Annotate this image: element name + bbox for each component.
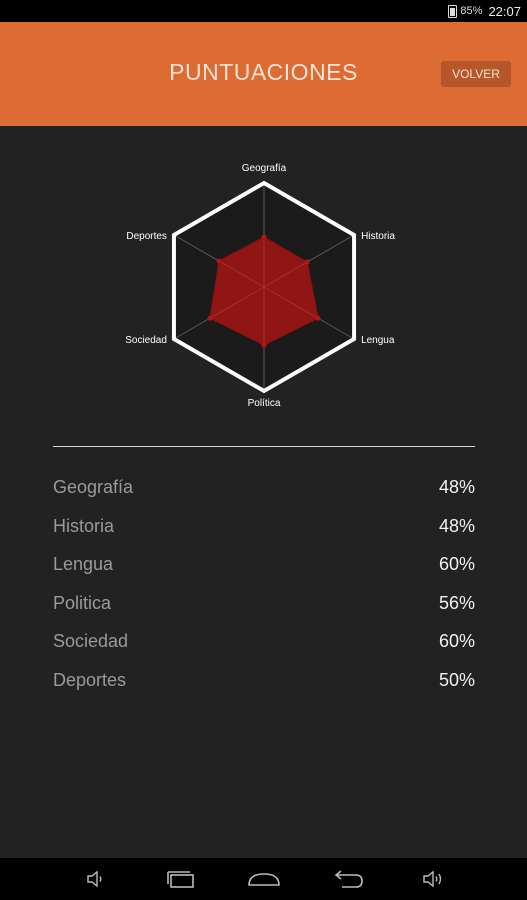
score-value: 50%: [438, 669, 475, 690]
volume-up-icon[interactable]: [418, 858, 448, 900]
recent-apps-icon[interactable]: [162, 858, 200, 900]
score-row-historia: Historia 48%: [53, 507, 475, 545]
score-label: Sociedad: [53, 630, 129, 651]
score-value: 56%: [438, 592, 475, 613]
radar-axis-label: Deportes: [126, 231, 167, 242]
app-bar: PUNTUACIONES VOLVER: [0, 22, 527, 126]
status-bar: 85% 22:07: [0, 0, 527, 22]
nav-bar: [0, 858, 527, 900]
home-icon[interactable]: [245, 858, 283, 900]
radar-point: [261, 234, 267, 240]
radar-axis-label: Historia: [361, 231, 395, 242]
radar-point: [261, 342, 267, 348]
score-label: Historia: [53, 515, 115, 536]
radar-point: [304, 259, 310, 265]
score-row-geografia: Geografía 48%: [53, 468, 475, 506]
content: Geografía Historia Lengua Política Sociedad D…: [0, 126, 527, 858]
back-button[interactable]: VOLVER: [441, 61, 511, 87]
battery-level: 85%: [460, 5, 483, 17]
score-row-politica: Politica 56%: [53, 584, 475, 622]
score-value: 60%: [438, 553, 475, 574]
radar-point: [216, 258, 222, 264]
score-label: Lengua: [53, 553, 114, 574]
score-value: 48%: [438, 476, 475, 497]
score-label: Geografía: [53, 476, 134, 497]
score-label: Politica: [53, 592, 112, 613]
score-value: 60%: [438, 630, 475, 651]
radar-axis-label: Lengua: [361, 335, 395, 346]
back-icon[interactable]: [330, 858, 368, 900]
score-label: Deportes: [53, 669, 127, 690]
radar-axis-label: Geografía: [242, 163, 287, 174]
radar-axis-label: Sociedad: [125, 335, 167, 346]
clock: 22:07: [488, 3, 521, 19]
score-value: 48%: [438, 515, 475, 536]
battery-icon: [448, 4, 458, 18]
radar-point: [315, 315, 321, 321]
score-row-deportes: Deportes 50%: [53, 661, 475, 699]
score-row-sociedad: Sociedad 60%: [53, 622, 475, 660]
radar-axis-label: Política: [248, 398, 281, 409]
radar-chart: Geografía Historia Lengua Política Sociedad D…: [125, 163, 395, 409]
radar-point: [207, 315, 213, 321]
divider: [53, 446, 475, 447]
volume-down-icon[interactable]: [80, 858, 110, 900]
score-row-lengua: Lengua 60%: [53, 545, 475, 583]
